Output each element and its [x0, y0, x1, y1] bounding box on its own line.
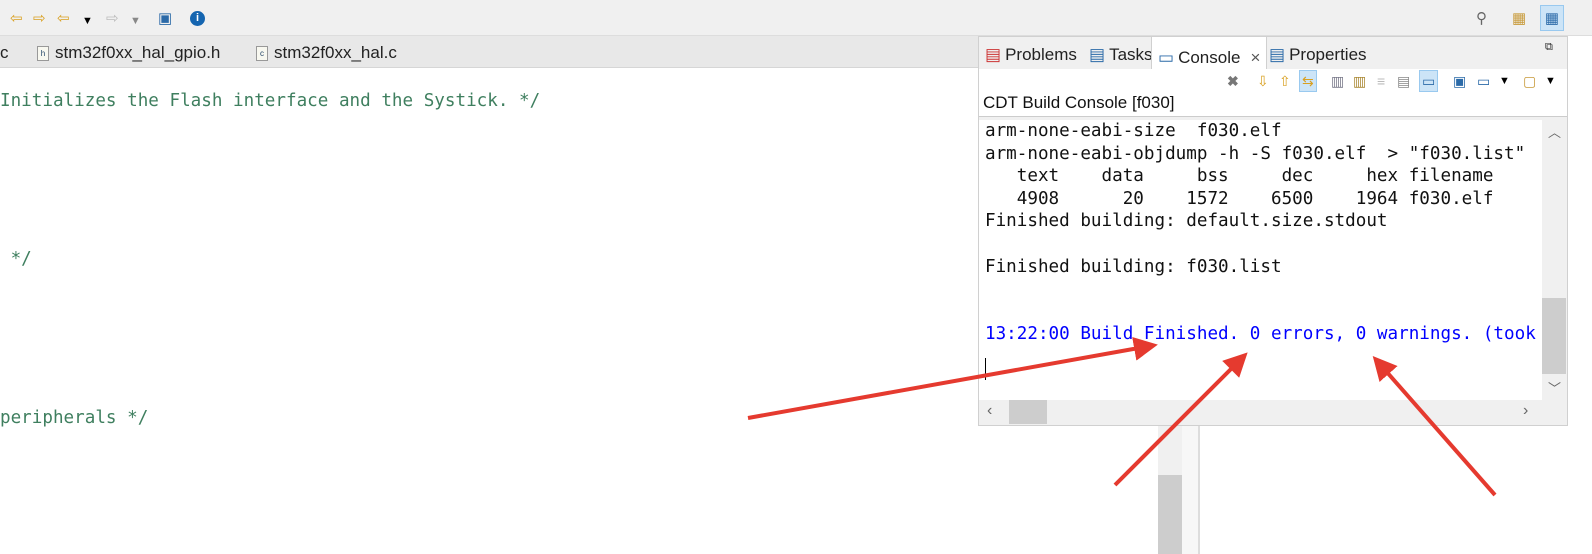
annotation-arrow: [1113, 352, 1248, 487]
annotation-arrows: [747, 337, 1497, 497]
annotation-arrow: [747, 337, 1158, 420]
annotation-arrow: [1372, 355, 1497, 497]
